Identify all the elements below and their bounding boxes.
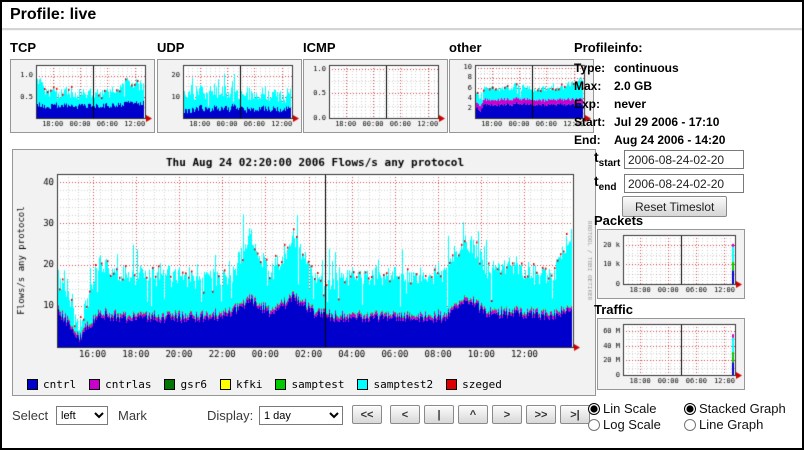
packets-graph-panel [597, 229, 745, 299]
header-separator [2, 28, 802, 31]
line-graph-radio [684, 419, 696, 431]
legend-item: samptest2 [357, 378, 433, 391]
tstart-label: tstart [594, 149, 620, 169]
legend-swatch [89, 379, 100, 390]
profileinfo-row-max: Max:2.0 GB [574, 79, 725, 93]
flows-graph-legend: cntrl cntrlas gsr6 kfki samptest samptes… [27, 378, 502, 391]
lin-scale-radio [588, 403, 600, 415]
legend-label: cntrl [43, 378, 76, 391]
display-dropdown[interactable]: 1 day [259, 406, 343, 425]
radio-log-scale[interactable]: Log Scale [588, 417, 684, 432]
traffic-heading: Traffic [594, 302, 633, 317]
profileinfo-row-end: End:Aug 24 2006 - 14:20 [574, 133, 725, 147]
legend-label: szeged [462, 378, 502, 391]
other-graph[interactable] [450, 60, 593, 132]
legend-swatch [164, 379, 175, 390]
profileinfo-heading: Profileinfo: [574, 40, 725, 55]
packets-heading: Packets [594, 213, 643, 228]
graph-options: Lin Scale Stacked Graph Log Scale Line G… [588, 401, 786, 432]
nav-forward-button[interactable]: > [492, 405, 522, 424]
legend-item: cntrlas [89, 378, 151, 391]
icmp-graph-label: ICMP [303, 40, 336, 55]
legend-label: samptest [291, 378, 344, 391]
legend-item: samptest [275, 378, 344, 391]
tcp-graph-panel [10, 59, 155, 133]
legend-swatch [446, 379, 457, 390]
legend-label: samptest2 [373, 378, 433, 391]
select-label: Select [12, 408, 48, 423]
other-graph-panel [449, 59, 594, 133]
profileinfo-row-type: Type:continuous [574, 61, 725, 75]
icmp-graph-panel [303, 59, 448, 133]
other-graph-label: other [449, 40, 482, 55]
tend-label: tend [594, 173, 616, 193]
legend-label: kfki [236, 378, 263, 391]
udp-graph-label: UDP [157, 40, 184, 55]
mark-label: Mark [118, 408, 147, 423]
legend-swatch [220, 379, 231, 390]
traffic-graph[interactable] [598, 319, 744, 389]
nfsen-profile-page: Profile: live TCP UDP ICMP other Profile… [0, 0, 804, 450]
legend-swatch [27, 379, 38, 390]
mark-select-dropdown[interactable]: left [56, 406, 108, 425]
nav-fastforward-button[interactable]: >> [526, 405, 556, 424]
nav-up-button[interactable]: ^ [458, 405, 488, 424]
tstart-input[interactable] [624, 150, 744, 169]
legend-swatch [275, 379, 286, 390]
flows-graph[interactable] [13, 150, 593, 371]
page-title: Profile: live [10, 6, 96, 24]
radio-line-graph[interactable]: Line Graph [684, 417, 786, 432]
udp-graph-panel [157, 59, 302, 133]
display-label: Display: [207, 408, 253, 423]
legend-label: gsr6 [180, 378, 207, 391]
profileinfo-block: Profileinfo: Type:continuous Max:2.0 GB … [574, 40, 725, 151]
tend-input[interactable] [624, 174, 744, 193]
radio-lin-scale[interactable]: Lin Scale [588, 401, 684, 416]
profileinfo-row-start: Start:Jul 29 2006 - 17:10 [574, 115, 725, 129]
nav-back-button[interactable]: < [390, 405, 420, 424]
stacked-graph-radio [684, 403, 696, 415]
legend-item: kfki [220, 378, 263, 391]
tcp-graph-label: TCP [10, 40, 36, 55]
legend-swatch [357, 379, 368, 390]
legend-item: cntrl [27, 378, 76, 391]
flows-graph-panel: cntrl cntrlas gsr6 kfki samptest samptes… [12, 149, 596, 396]
radio-stacked-graph[interactable]: Stacked Graph [684, 401, 786, 416]
packets-graph[interactable] [598, 230, 744, 298]
profileinfo-row-exp: Exp:never [574, 97, 725, 111]
legend-item: gsr6 [164, 378, 207, 391]
legend-label: cntrlas [105, 378, 151, 391]
nav-fastback-button[interactable]: << [352, 405, 382, 424]
traffic-graph-panel [597, 318, 745, 390]
tcp-graph[interactable] [11, 60, 154, 132]
icmp-graph[interactable] [304, 60, 447, 132]
log-scale-radio [588, 419, 600, 431]
legend-item: szeged [446, 378, 502, 391]
nav-end-button[interactable]: >| [560, 405, 590, 424]
nav-pipe-button[interactable]: | [424, 405, 454, 424]
udp-graph[interactable] [158, 60, 301, 132]
